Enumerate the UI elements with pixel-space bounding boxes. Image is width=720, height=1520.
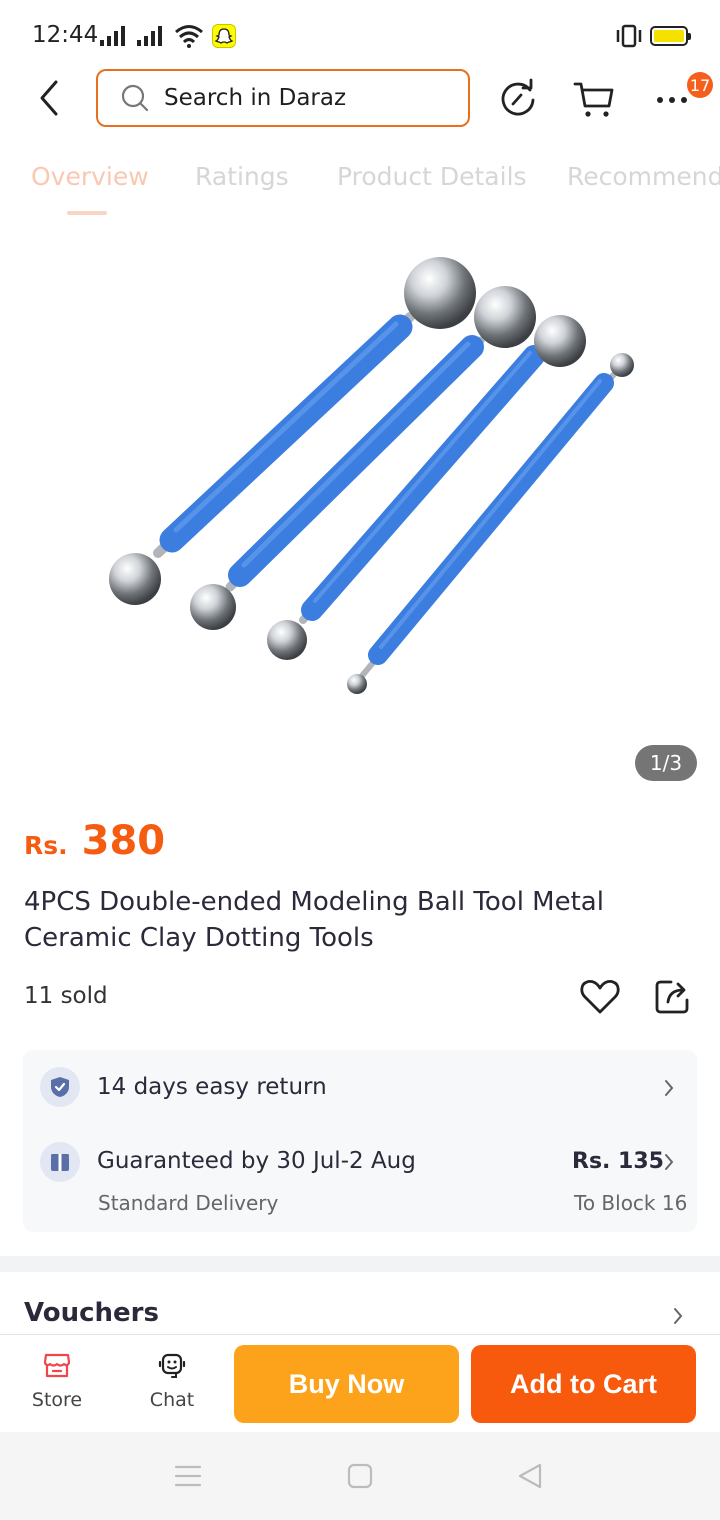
- delivery-guarantee-text[interactable]: Guaranteed by 30 Jul-2 Aug: [97, 1148, 416, 1174]
- chevron-right-icon[interactable]: [662, 1152, 676, 1172]
- service-card: 14 days easy return Guaranteed by 30 Jul…: [23, 1050, 697, 1232]
- shield-check-icon: [40, 1067, 80, 1107]
- store-label: Store: [31, 1389, 83, 1411]
- home-icon[interactable]: [346, 1462, 374, 1490]
- chevron-right-icon[interactable]: [662, 1078, 676, 1098]
- tab-overview[interactable]: Overview: [31, 162, 149, 191]
- cart-icon[interactable]: [572, 76, 616, 120]
- wifi-icon: [175, 25, 203, 48]
- shipping-destination: To Block 16: [574, 1191, 688, 1215]
- price-amount: 380: [81, 818, 166, 864]
- chat-label: Chat: [149, 1389, 195, 1411]
- store-icon: [43, 1353, 71, 1378]
- back-nav-icon[interactable]: [516, 1462, 544, 1490]
- tab-product-details[interactable]: Product Details: [337, 162, 527, 191]
- tool-1: [109, 257, 476, 605]
- section-divider: [0, 1256, 720, 1272]
- status-bar: 12:44: [0, 0, 720, 70]
- price-currency: Rs.: [24, 831, 68, 860]
- buy-now-button[interactable]: Buy Now: [234, 1345, 459, 1423]
- product-title: 4PCS Double-ended Modeling Ball Tool Met…: [24, 887, 604, 953]
- tab-recommended[interactable]: Recommended: [567, 162, 720, 191]
- search-input[interactable]: Search in Daraz: [96, 69, 470, 127]
- share-refresh-icon[interactable]: [496, 76, 540, 120]
- product-price: Rs. 380: [24, 818, 165, 864]
- section-tabs: Overview Ratings Product Details Recomme…: [0, 150, 720, 220]
- share-icon[interactable]: [651, 974, 695, 1018]
- tab-ratings[interactable]: Ratings: [195, 162, 289, 191]
- delivery-type: Standard Delivery: [98, 1191, 279, 1215]
- search-placeholder: Search in Daraz: [164, 85, 347, 111]
- store-button[interactable]: Store: [22, 1349, 92, 1411]
- signal-icon: [137, 26, 162, 46]
- cart-badge: 17: [687, 72, 713, 98]
- tab-active-indicator: [67, 211, 107, 215]
- recent-apps-icon[interactable]: [174, 1462, 202, 1490]
- easy-return-text[interactable]: 14 days easy return: [97, 1074, 327, 1100]
- bottom-action-bar: Store Chat Buy Now Add to Cart: [0, 1334, 720, 1432]
- vouchers-title[interactable]: Vouchers: [24, 1298, 159, 1328]
- wishlist-heart-icon[interactable]: [578, 974, 622, 1018]
- image-pager: 1/3: [635, 745, 697, 781]
- chat-icon: [158, 1353, 186, 1378]
- chat-button[interactable]: Chat: [137, 1349, 207, 1411]
- add-to-cart-button[interactable]: Add to Cart: [471, 1345, 696, 1423]
- signal-icon: [100, 26, 125, 46]
- status-time: 12:44: [32, 22, 99, 48]
- product-image[interactable]: [0, 225, 720, 795]
- chevron-right-icon[interactable]: [671, 1306, 685, 1326]
- shipping-price: Rs. 135: [572, 1149, 664, 1174]
- vibrate-icon: [616, 24, 642, 48]
- search-icon: [121, 84, 149, 112]
- delivery-box-icon: [40, 1142, 80, 1182]
- back-arrow-icon[interactable]: [30, 78, 70, 118]
- sold-count: 11 sold: [24, 983, 108, 1009]
- snapchat-icon: [212, 24, 236, 48]
- battery-icon: [650, 26, 691, 46]
- system-navigation-bar: [0, 1432, 720, 1520]
